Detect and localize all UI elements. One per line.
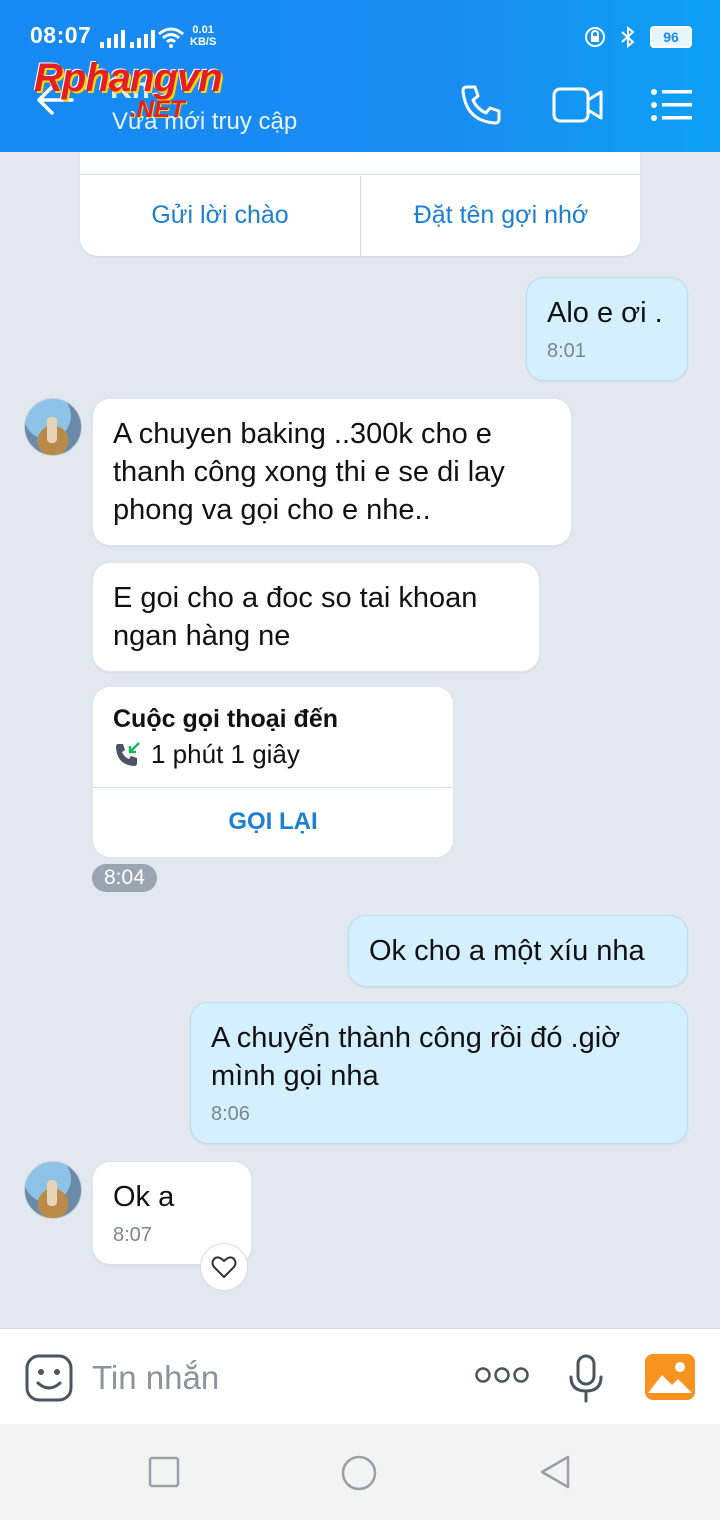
message-time-pill: 8:04: [92, 864, 157, 892]
contact-avatar[interactable]: [24, 398, 82, 456]
message-text: A chuyen baking ..300k cho e thanh công …: [113, 418, 505, 526]
watermark-logo-sub: .NET: [130, 96, 185, 123]
message-text: Ok cho a một xíu nha: [369, 935, 645, 967]
status-right: 96: [584, 26, 692, 48]
net-speed-value: 0.01: [192, 24, 214, 36]
react-heart-button[interactable]: [200, 1243, 248, 1291]
message-bubble-mine[interactable]: Ok cho a một xíu nha: [348, 915, 688, 987]
menu-icon[interactable]: [650, 88, 694, 122]
message-bubble-mine[interactable]: Alo e ơi . 8:01: [526, 277, 688, 381]
microphone-icon[interactable]: [566, 1353, 606, 1405]
heart-icon: [211, 1256, 237, 1278]
sticker-icon[interactable]: [24, 1353, 74, 1403]
set-nickname-button[interactable]: Đặt tên gợi nhớ: [361, 175, 641, 256]
net-speed: 0.01 KB/S: [190, 24, 216, 48]
status-time: 08:07: [30, 22, 92, 48]
home-icon[interactable]: [340, 1454, 378, 1492]
message-time: 8:01: [547, 340, 586, 362]
message-text: Alo e ơi .: [547, 297, 663, 329]
call-duration-row: 1 phút 1 giây: [113, 739, 300, 770]
message-text: A chuyển thành công rồi đó .giờ mình gọi…: [211, 1022, 621, 1092]
more-options-icon[interactable]: [474, 1365, 530, 1385]
incoming-call-icon: [116, 741, 140, 766]
call-duration: 1 phút 1 giây: [151, 739, 300, 769]
net-speed-unit: KB/S: [190, 36, 217, 48]
message-input[interactable]: [90, 1351, 454, 1405]
message-text: E goi cho a đoc so tai khoan ngan hàng n…: [113, 582, 478, 652]
signal-icon-sim1: [100, 30, 125, 48]
battery-indicator: 96: [650, 26, 692, 48]
message-bubble-theirs[interactable]: E goi cho a đoc so tai khoan ngan hàng n…: [92, 562, 540, 672]
message-input-bar: [0, 1328, 720, 1425]
gallery-icon[interactable]: [644, 1353, 696, 1401]
recent-apps-icon[interactable]: [148, 1456, 180, 1488]
phone-call-icon[interactable]: [458, 82, 504, 128]
call-title: Cuộc gọi thoại đến: [113, 705, 338, 733]
status-bar: 08:07 0.01 KB/S 96: [0, 18, 720, 58]
system-nav-bar: [0, 1424, 720, 1520]
bluetooth-icon: [621, 26, 635, 48]
message-bubble-theirs[interactable]: A chuyen baking ..300k cho e thanh công …: [92, 398, 572, 546]
chat-header: 08:07 0.01 KB/S 96 Kn Vừa mới truy cập R…: [0, 0, 720, 152]
message-text: Ok a: [113, 1181, 175, 1213]
send-greeting-button[interactable]: Gửi lời chào: [80, 175, 360, 256]
watermark-logo: Rphangvn: [34, 56, 223, 100]
signal-icon-sim2: [130, 30, 155, 48]
wifi-icon: [158, 27, 184, 48]
rotation-lock-icon: [585, 27, 605, 47]
message-time: 8:06: [211, 1103, 250, 1125]
incoming-call-card[interactable]: Cuộc gọi thoại đến 1 phút 1 giây GỌI LẠI: [92, 686, 454, 858]
back-nav-icon[interactable]: [538, 1454, 572, 1490]
call-back-button[interactable]: GỌI LẠI: [93, 788, 453, 856]
message-bubble-mine[interactable]: A chuyển thành công rồi đó .giờ mình gọi…: [190, 1002, 688, 1144]
contact-avatar[interactable]: [24, 1161, 82, 1219]
video-call-icon[interactable]: [552, 86, 604, 124]
